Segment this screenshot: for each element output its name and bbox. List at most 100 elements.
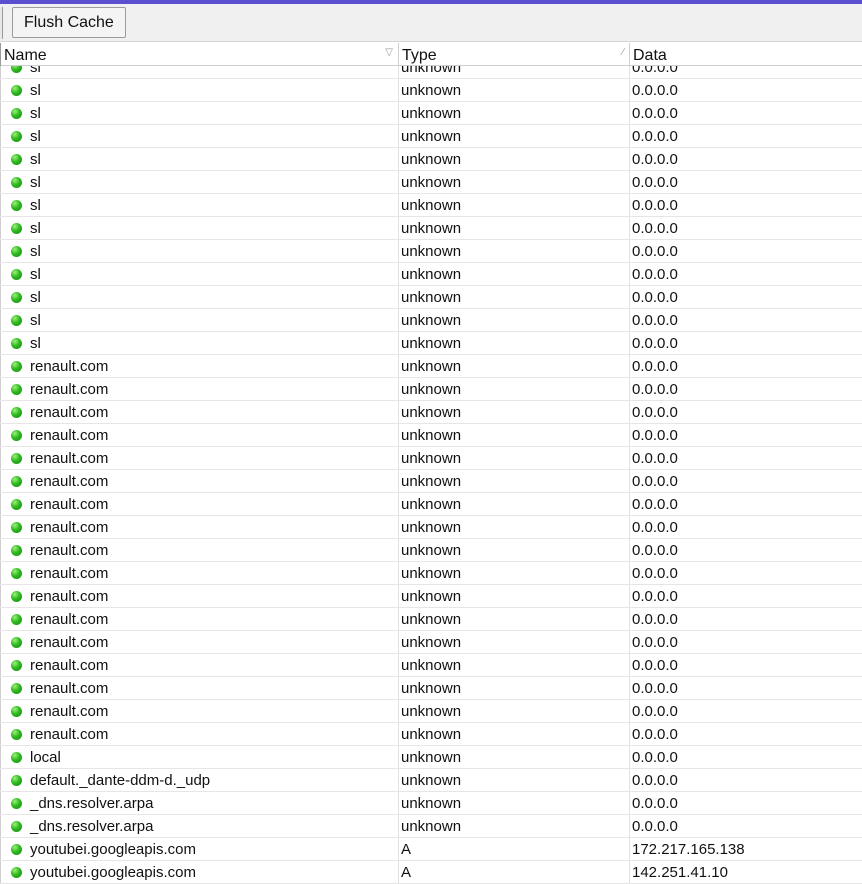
cell-type: unknown: [399, 102, 630, 124]
cell-name: _dns.resolver.arpa: [0, 815, 399, 837]
table-row[interactable]: sl unknown 0.0.0.0: [0, 332, 862, 355]
cell-type: unknown: [399, 79, 630, 101]
table-row[interactable]: sl unknown 0.0.0.0: [0, 263, 862, 286]
cell-data: 0.0.0.0: [632, 335, 678, 352]
entry-name: renault.com: [30, 587, 109, 605]
cell-data: 0.0.0.0: [632, 565, 678, 582]
cell-name: sl: [0, 79, 399, 101]
cell-data: 0.0.0.0: [632, 657, 678, 674]
table-row[interactable]: renault.com unknown 0.0.0.0: [0, 378, 862, 401]
status-dot-icon: [11, 268, 22, 280]
status-dot-icon: [11, 245, 22, 257]
cell-data: 0.0.0.0: [632, 128, 678, 145]
table-row[interactable]: _dns.resolver.arpa unknown 0.0.0.0: [0, 792, 862, 815]
cell-type: unknown: [399, 585, 630, 607]
table-row[interactable]: renault.com unknown 0.0.0.0: [0, 631, 862, 654]
table-row[interactable]: sl unknown 0.0.0.0: [0, 148, 862, 171]
cell-data: 0.0.0.0: [632, 496, 678, 513]
column-header-data[interactable]: Data: [630, 43, 862, 66]
table-row[interactable]: sl unknown 0.0.0.0: [0, 171, 862, 194]
cell-type: unknown: [399, 654, 630, 676]
cell-name: sl: [0, 332, 399, 354]
flush-cache-button[interactable]: Flush Cache: [12, 7, 126, 38]
status-dot-icon: [11, 429, 22, 441]
cell-name: sl: [0, 148, 399, 170]
cell-name: renault.com: [0, 401, 399, 423]
table-row[interactable]: renault.com unknown 0.0.0.0: [0, 723, 862, 746]
cell-type: unknown: [399, 608, 630, 630]
table-row[interactable]: sl unknown 0.0.0.0: [0, 309, 862, 332]
status-dot-icon: [11, 222, 22, 234]
table-row[interactable]: local unknown 0.0.0.0: [0, 746, 862, 769]
table-row[interactable]: sl unknown 0.0.0.0: [0, 79, 862, 102]
table-row[interactable]: renault.com unknown 0.0.0.0: [0, 654, 862, 677]
table-row[interactable]: sl unknown 0.0.0.0: [0, 217, 862, 240]
table-row[interactable]: renault.com unknown 0.0.0.0: [0, 608, 862, 631]
toolbar: Flush Cache: [0, 4, 862, 42]
table-row[interactable]: youtubei.googleapis.com A 142.251.41.10: [0, 861, 862, 884]
cell-data: 0.0.0.0: [632, 818, 678, 835]
cell-type: unknown: [399, 125, 630, 147]
status-dot-icon: [11, 797, 22, 809]
status-dot-icon: [11, 521, 22, 533]
table-row[interactable]: sl unknown 0.0.0.0: [0, 194, 862, 217]
cell-name: renault.com: [0, 677, 399, 699]
table-body[interactable]: sl unknown 0.0.0.0 sl unknown 0.0.0.0 sl unknow…: [0, 56, 862, 884]
entry-name: renault.com: [30, 725, 109, 743]
table-row[interactable]: renault.com unknown 0.0.0.0: [0, 493, 862, 516]
table-row[interactable]: renault.com unknown 0.0.0.0: [0, 539, 862, 562]
table-row[interactable]: renault.com unknown 0.0.0.0: [0, 516, 862, 539]
cell-data: 0.0.0.0: [632, 82, 678, 99]
table-row[interactable]: sl unknown 0.0.0.0: [0, 286, 862, 309]
entry-name: sl: [30, 311, 41, 329]
table-row[interactable]: renault.com unknown 0.0.0.0: [0, 585, 862, 608]
cell-name: renault.com: [0, 539, 399, 561]
cell-type: unknown: [399, 746, 630, 768]
status-dot-icon: [11, 705, 22, 717]
entry-name: renault.com: [30, 426, 109, 444]
column-header-name[interactable]: Name ▽: [0, 43, 399, 66]
entry-name: renault.com: [30, 656, 109, 674]
status-dot-icon: [11, 130, 22, 142]
table-row[interactable]: sl unknown 0.0.0.0: [0, 102, 862, 125]
table-row[interactable]: default._dante-ddm-d._udp unknown 0.0.0.0: [0, 769, 862, 792]
table-row[interactable]: renault.com unknown 0.0.0.0: [0, 424, 862, 447]
cell-type: unknown: [399, 332, 630, 354]
table-row[interactable]: renault.com unknown 0.0.0.0: [0, 355, 862, 378]
cell-type: unknown: [399, 240, 630, 262]
cell-name: renault.com: [0, 355, 399, 377]
status-dot-icon: [11, 84, 22, 96]
cell-type: unknown: [399, 217, 630, 239]
cell-type: unknown: [399, 447, 630, 469]
table-row[interactable]: sl unknown 0.0.0.0: [0, 240, 862, 263]
table-row[interactable]: renault.com unknown 0.0.0.0: [0, 447, 862, 470]
cell-data: 0.0.0.0: [632, 795, 678, 812]
cell-data: 0.0.0.0: [632, 220, 678, 237]
cell-data: 0.0.0.0: [632, 473, 678, 490]
table-row[interactable]: renault.com unknown 0.0.0.0: [0, 677, 862, 700]
status-dot-icon: [11, 613, 22, 625]
entry-name: renault.com: [30, 380, 109, 398]
table-row[interactable]: renault.com unknown 0.0.0.0: [0, 562, 862, 585]
column-header-type[interactable]: Type ⁄: [399, 43, 630, 66]
status-dot-icon: [11, 360, 22, 372]
entry-name: sl: [30, 242, 41, 260]
cell-name: youtubei.googleapis.com: [0, 838, 399, 860]
status-dot-icon: [11, 199, 22, 211]
cell-name: default._dante-ddm-d._udp: [0, 769, 399, 791]
cell-type: unknown: [399, 677, 630, 699]
table-row[interactable]: youtubei.googleapis.com A 172.217.165.138: [0, 838, 862, 861]
status-dot-icon: [11, 475, 22, 487]
table-row[interactable]: renault.com unknown 0.0.0.0: [0, 401, 862, 424]
table-row[interactable]: renault.com unknown 0.0.0.0: [0, 700, 862, 723]
table-row[interactable]: sl unknown 0.0.0.0: [0, 125, 862, 148]
cell-type: unknown: [399, 792, 630, 814]
cell-data: 0.0.0.0: [632, 634, 678, 651]
cell-type: unknown: [399, 263, 630, 285]
column-header-label: Name: [4, 47, 47, 64]
table-row[interactable]: _dns.resolver.arpa unknown 0.0.0.0: [0, 815, 862, 838]
entry-name: renault.com: [30, 357, 109, 375]
table-row[interactable]: renault.com unknown 0.0.0.0: [0, 470, 862, 493]
status-dot-icon: [11, 107, 22, 119]
cell-type: unknown: [399, 171, 630, 193]
